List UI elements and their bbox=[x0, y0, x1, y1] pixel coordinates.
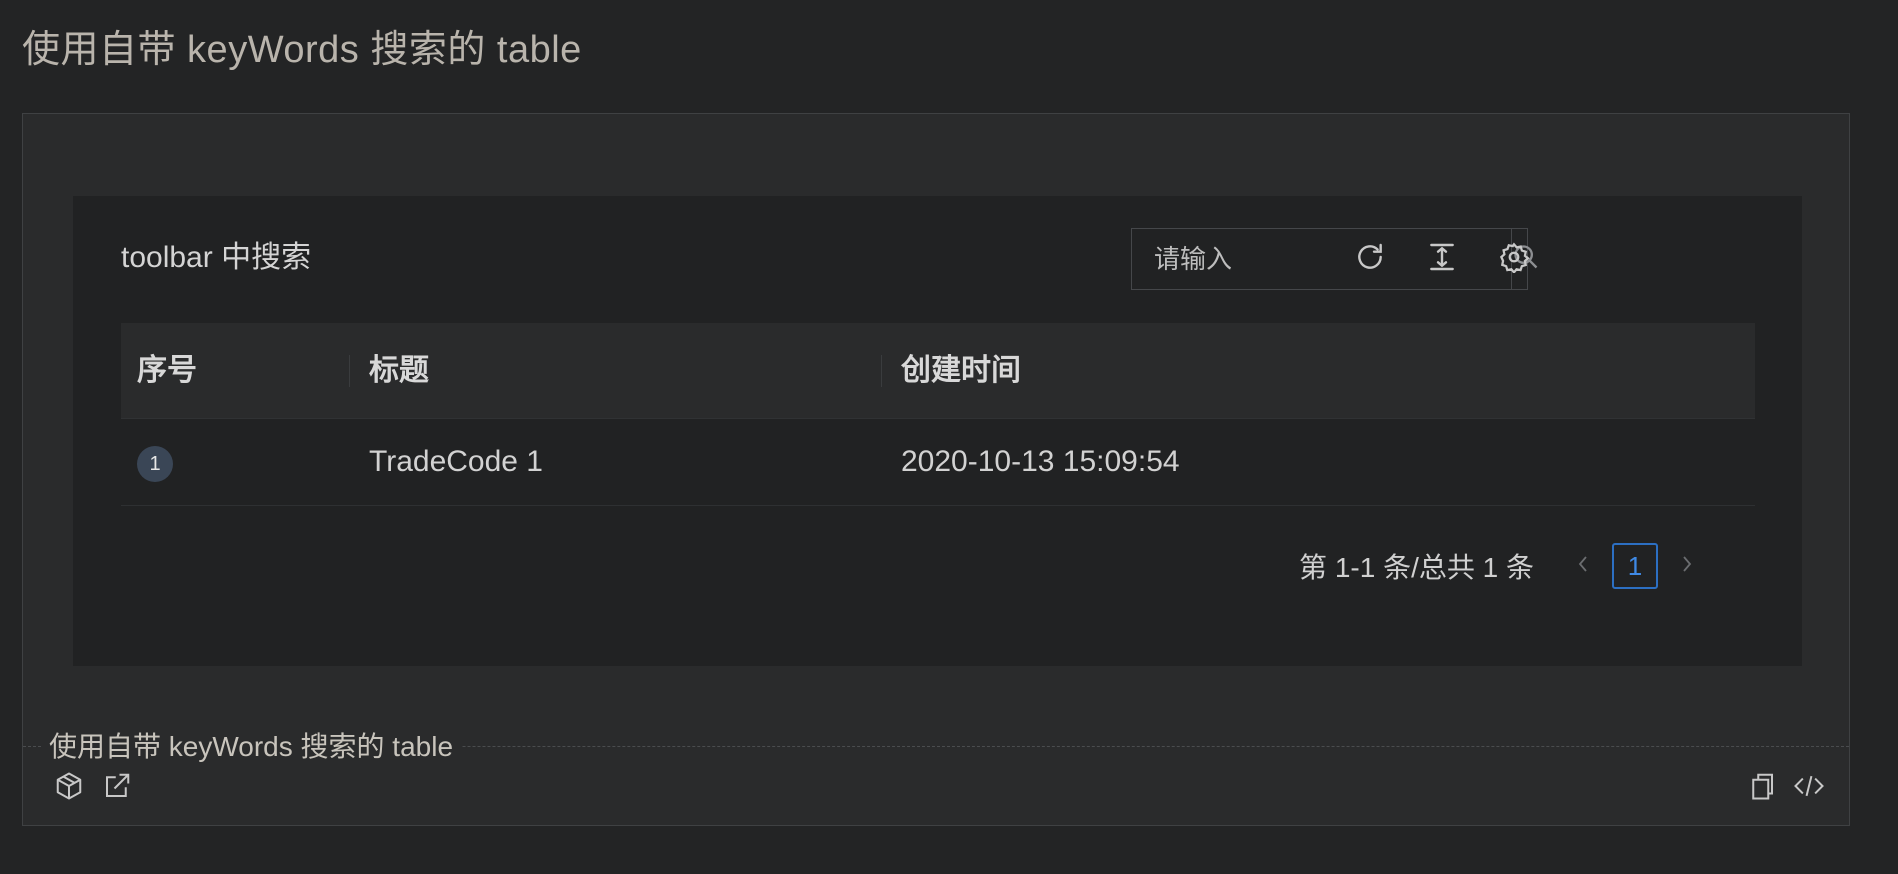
demo-caption: 使用自带 keyWords 搜索的 table bbox=[41, 728, 462, 766]
settings-button[interactable] bbox=[1495, 240, 1533, 278]
table-header: 序号 标题 创建时间 bbox=[121, 323, 1755, 419]
row-index-badge: 1 bbox=[137, 446, 173, 482]
next-page-button[interactable] bbox=[1672, 543, 1702, 589]
column-divider bbox=[881, 355, 882, 387]
density-button[interactable] bbox=[1423, 240, 1461, 278]
copy-icon bbox=[1747, 771, 1777, 806]
density-icon bbox=[1426, 241, 1458, 278]
table-row: 1 TradeCode 1 2020-10-13 15:09:54 bbox=[121, 419, 1755, 506]
row-created-at: 2020-10-13 15:09:54 bbox=[901, 445, 1180, 478]
copy-code-button[interactable] bbox=[1744, 770, 1780, 806]
column-header-title: 标题 bbox=[369, 354, 429, 387]
prev-page-button[interactable] bbox=[1568, 543, 1598, 589]
page-number-current[interactable]: 1 bbox=[1612, 543, 1658, 589]
open-external-icon bbox=[102, 771, 132, 806]
code-icon bbox=[1793, 771, 1825, 806]
settings-icon bbox=[1498, 241, 1530, 278]
chevron-right-icon bbox=[1678, 552, 1696, 581]
data-table: 序号 标题 创建时间 1 TradeCode 1 2020-10-13 15:0… bbox=[121, 323, 1755, 506]
codesandbox-icon bbox=[54, 771, 84, 806]
demo-container: toolbar 中搜索 序号 bbox=[22, 113, 1850, 826]
open-external-button[interactable] bbox=[99, 770, 135, 806]
chevron-left-icon bbox=[1574, 552, 1592, 581]
search-box bbox=[1131, 228, 1538, 290]
pagination-total: 第 1-1 条/总共 1 条 bbox=[1299, 552, 1534, 583]
row-title: TradeCode 1 bbox=[369, 445, 543, 478]
table-card: toolbar 中搜索 序号 bbox=[73, 196, 1802, 666]
codesandbox-button[interactable] bbox=[51, 770, 87, 806]
column-header-index: 序号 bbox=[137, 354, 197, 387]
toolbar-title: toolbar 中搜索 bbox=[121, 241, 312, 274]
page-title: 使用自带 keyWords 搜索的 table bbox=[22, 29, 582, 71]
column-divider bbox=[349, 355, 350, 387]
show-code-button[interactable] bbox=[1791, 770, 1827, 806]
column-header-created-at: 创建时间 bbox=[901, 354, 1021, 387]
reload-icon bbox=[1354, 241, 1386, 278]
reload-button[interactable] bbox=[1351, 240, 1389, 278]
pagination: 第 1-1 条/总共 1 条 1 bbox=[1299, 541, 1706, 591]
